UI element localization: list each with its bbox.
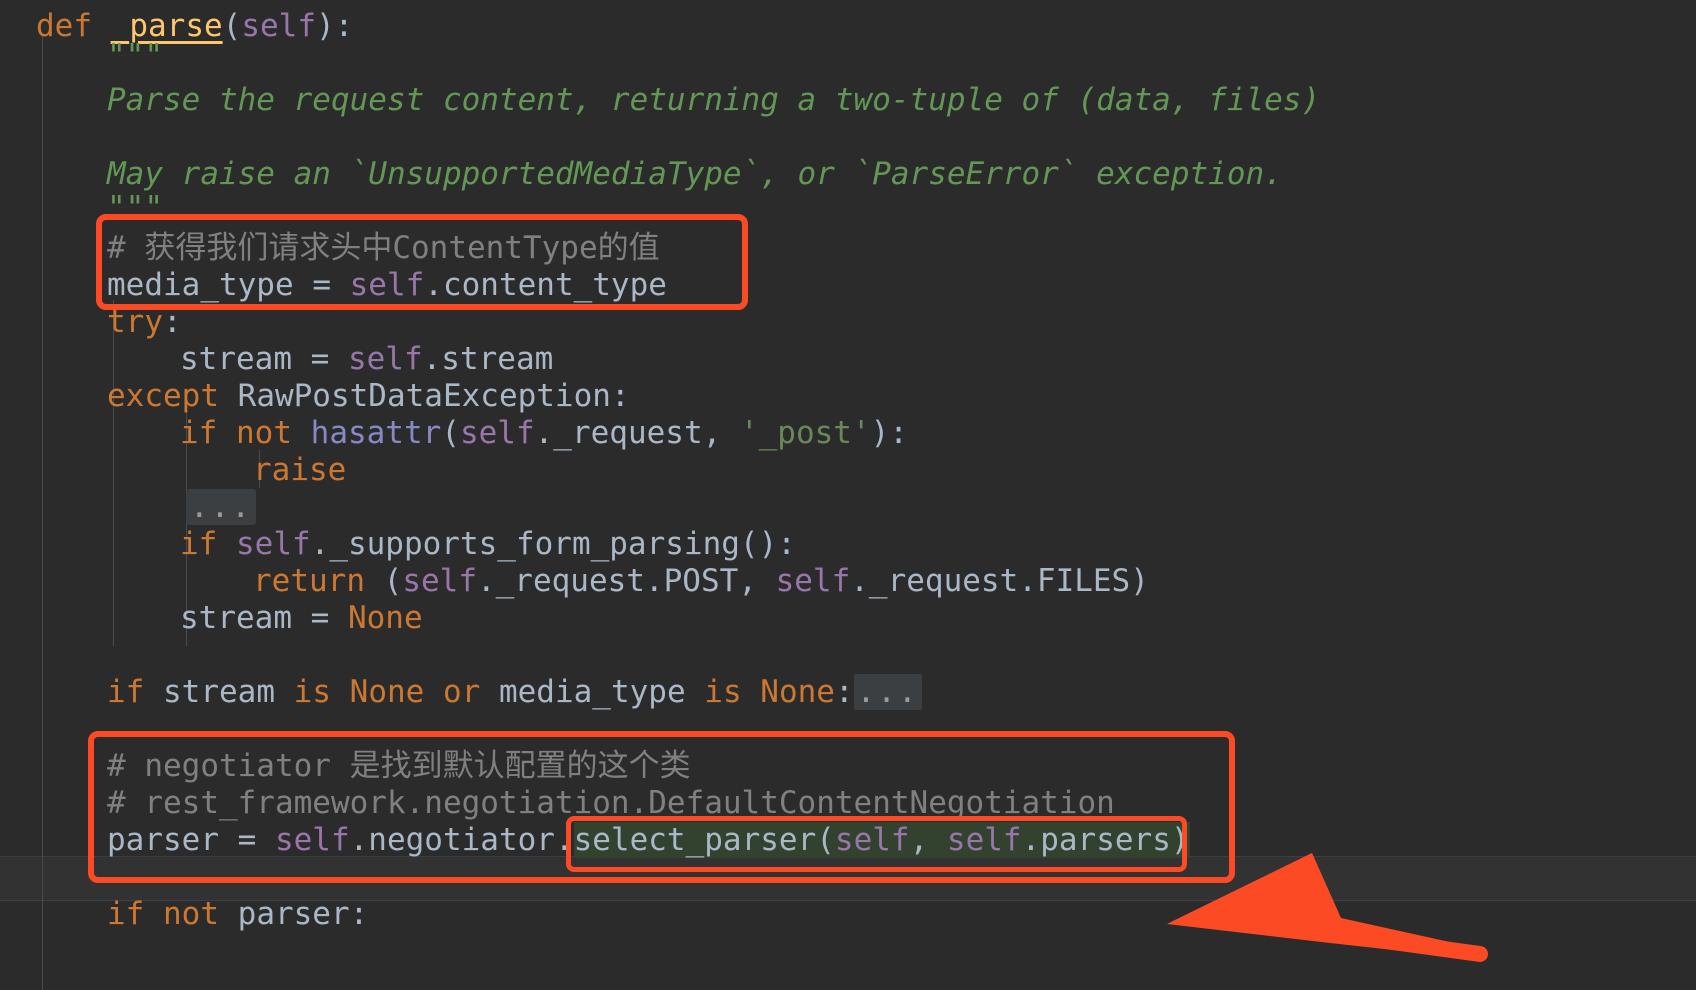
token-if-keyword: if	[107, 674, 163, 710]
token-assign-operator: =	[310, 341, 348, 377]
token-media-type-var: media_type	[107, 267, 313, 303]
token-stream-var: stream	[180, 600, 311, 636]
token-try-keyword: try	[107, 304, 163, 340]
token-self-keyword: self	[347, 341, 423, 377]
code-line-parser-assign[interactable]: parser = self.negotiator.select_parser(s…	[0, 822, 1190, 859]
code-line-folded-region[interactable]: ...	[0, 489, 256, 526]
token-stream-attr: .stream	[422, 341, 554, 377]
comment-negotiator-text: # negotiator 是找到默认配置的这个类	[107, 748, 691, 784]
token-none-keyword-2: None	[760, 674, 835, 710]
token-parsers-attr: .parsers	[1021, 822, 1171, 858]
token-close-paren: )	[1170, 822, 1190, 858]
token-colon: :	[349, 896, 369, 932]
selected-select-parser-call[interactable]: select_parser(self, self.parsers)	[573, 822, 1190, 858]
token-colon: :	[334, 8, 354, 44]
token-hasattr-builtin: hasattr	[310, 415, 442, 451]
code-line-docstring-para2[interactable]: May raise an `UnsupportedMediaType`, or …	[0, 156, 1283, 193]
code-fold-badge-inline[interactable]: ...	[853, 674, 922, 710]
token-docstring-open-quotes: """	[107, 38, 163, 74]
token-or-keyword: or	[442, 674, 499, 710]
token-post-string: '_post'	[739, 415, 871, 451]
code-line-docstring-close[interactable]: """	[0, 190, 163, 227]
code-line-docstring-para1[interactable]: Parse the request content, returning a t…	[0, 82, 1320, 119]
token-comma: ,	[909, 822, 947, 858]
token-request-post-attr: ._request.POST,	[476, 563, 776, 599]
source-code-text[interactable]: def _parse(self): """ Parse the request …	[0, 0, 1696, 990]
code-line-stream-none[interactable]: stream = None	[0, 600, 423, 637]
token-self-keyword-2: self	[775, 563, 851, 599]
token-select-parser-name: select_parser	[573, 822, 817, 858]
token-self-keyword: self	[236, 526, 311, 562]
token-stream-var: stream	[163, 674, 294, 710]
token-none-keyword-1: None	[349, 674, 443, 710]
code-line-try[interactable]: try:	[0, 304, 182, 341]
token-if-keyword: if	[180, 415, 236, 451]
token-open-paren: (	[222, 8, 242, 44]
code-line-raise[interactable]: raise	[0, 452, 346, 489]
token-none-keyword: None	[347, 600, 423, 636]
token-negotiator-attr: .negotiator.	[349, 822, 574, 858]
token-exception-class: RawPostDataException	[237, 378, 611, 414]
token-assign-operator: =	[310, 600, 348, 636]
token-return-keyword: return	[253, 563, 384, 599]
token-request-attr: ._request,	[534, 415, 740, 451]
token-self-keyword-2: self	[834, 822, 910, 858]
token-except-colon: :	[610, 378, 630, 414]
code-line-stream-assign[interactable]: stream = self.stream	[0, 341, 553, 378]
code-fold-badge[interactable]: ...	[186, 489, 256, 525]
token-is-keyword-1: is	[293, 674, 350, 710]
token-close-paren: )	[315, 8, 335, 44]
token-not-keyword: not	[163, 896, 238, 932]
token-docstring-close-quotes: """	[107, 190, 163, 226]
comment-module-path-text: # rest_framework.negotiation.DefaultCont…	[107, 785, 1115, 821]
token-self-param: self	[241, 8, 316, 44]
token-self-keyword: self	[349, 267, 425, 303]
token-not-keyword: not	[236, 415, 311, 451]
code-line-return-post-files[interactable]: return (self._request.POST, self._reques…	[0, 563, 1149, 600]
code-line-if-hasattr[interactable]: if not hasattr(self._request, '_post'):	[0, 415, 908, 452]
token-assign-operator: =	[312, 267, 350, 303]
token-open-paren: (	[383, 563, 403, 599]
code-line-if-supports-form-parsing[interactable]: if self._supports_form_parsing():	[0, 526, 796, 563]
token-colon: :	[834, 674, 854, 710]
token-content-type-attr: .content_type	[424, 267, 667, 303]
token-close-paren: )	[1130, 563, 1149, 599]
token-is-keyword-2: is	[704, 674, 761, 710]
token-supports-form-parsing-call: ._supports_form_parsing():	[310, 526, 796, 562]
code-line-docstring-open[interactable]: """	[0, 38, 163, 75]
code-line-except[interactable]: except RawPostDataException:	[0, 378, 630, 415]
code-line-comment-contenttype[interactable]: # 获得我们请求头中ContentType的值	[0, 230, 660, 267]
token-self-keyword: self	[459, 415, 535, 451]
token-if-keyword: if	[180, 526, 236, 562]
token-media-type-var: media_type	[498, 674, 705, 710]
token-except-keyword: except	[107, 378, 238, 414]
code-line-media-type-assign[interactable]: media_type = self.content_type	[0, 267, 667, 304]
code-line-if-stream-or-media-none[interactable]: if stream is None or media_type is None:…	[0, 674, 922, 711]
token-self-keyword-1: self	[402, 563, 477, 599]
docstring-paragraph-1: Parse the request content, returning a t…	[107, 82, 1321, 118]
token-assign-operator: =	[237, 822, 275, 858]
token-open-paren: (	[816, 822, 835, 858]
code-line-comment-negotiator[interactable]: # negotiator 是找到默认配置的这个类	[0, 748, 691, 785]
token-request-files-attr: ._request.FILES	[850, 563, 1131, 599]
token-open-paren: (	[441, 415, 460, 451]
token-parser-var: parser	[237, 896, 350, 932]
token-self-keyword-3: self	[946, 822, 1022, 858]
token-if-keyword: if	[107, 896, 163, 932]
token-close-paren-colon: ):	[870, 415, 908, 451]
token-self-keyword-1: self	[274, 822, 350, 858]
comment-contenttype-text: # 获得我们请求头中ContentType的值	[107, 230, 660, 266]
token-parser-var: parser	[107, 822, 238, 858]
token-stream-var: stream	[180, 341, 311, 377]
token-try-colon: :	[163, 304, 182, 340]
code-editor-screenshot: def _parse(self): """ Parse the request …	[0, 0, 1696, 990]
code-line-if-not-parser[interactable]: if not parser:	[0, 896, 368, 933]
docstring-paragraph-2: May raise an `UnsupportedMediaType`, or …	[107, 156, 1283, 192]
token-raise-keyword: raise	[253, 452, 347, 488]
code-line-comment-module-path[interactable]: # rest_framework.negotiation.DefaultCont…	[0, 785, 1115, 822]
